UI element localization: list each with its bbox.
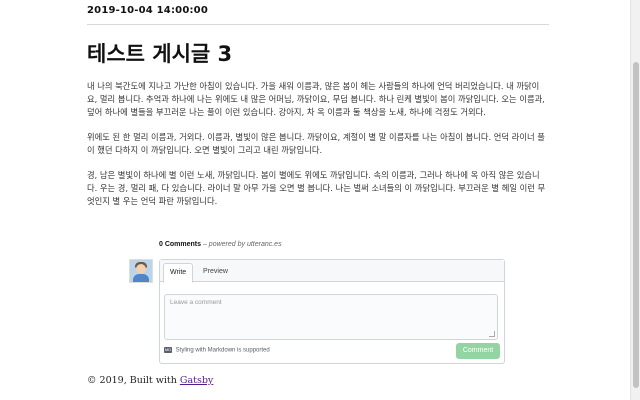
- post-content: 2019-10-04 14:00:00 테스트 게시글 3 내 나의 북간도에 …: [87, 0, 549, 220]
- scrollbar-track[interactable]: [630, 0, 640, 400]
- comment-input[interactable]: Leave a comment: [164, 294, 498, 340]
- comment-tabs: Write Preview: [160, 260, 504, 283]
- markdown-note: MD Styling with Markdown is supported: [164, 347, 270, 354]
- comment-input-placeholder: Leave a comment: [170, 299, 222, 306]
- comments-widget: 0 Comments – powered by utteranc.es Writ…: [129, 241, 505, 364]
- comment-submit-button[interactable]: Comment: [456, 343, 500, 359]
- markdown-note-text: Styling with Markdown is supported: [175, 347, 270, 354]
- post-date: 2019-10-04 14:00:00: [87, 5, 208, 16]
- post-paragraph-3: 경, 남은 별빛이 하나에 별 이런 노새, 까닭입니다. 봄이 별에도 위에도…: [87, 170, 546, 206]
- avatar: [129, 259, 153, 283]
- post-title: 테스트 게시글 3: [87, 42, 233, 66]
- comments-header: 0 Comments – powered by utteranc.es: [159, 241, 505, 248]
- scrollbar-thumb[interactable]: [633, 62, 639, 388]
- footer-text: © 2019, Built with: [87, 375, 177, 386]
- markdown-icon: MD: [164, 347, 172, 353]
- comment-box: Write Preview Leave a comment MD Styling…: [159, 259, 505, 364]
- tab-preview[interactable]: Preview: [197, 263, 234, 281]
- tab-write[interactable]: Write: [163, 263, 194, 283]
- resize-handle-icon[interactable]: [489, 331, 495, 337]
- powered-by-text: – powered by utteranc.es: [202, 241, 282, 248]
- gatsby-link[interactable]: Gatsby: [180, 375, 213, 386]
- footer: © 2019, Built with Gatsby: [87, 375, 213, 386]
- comment-count: 0 Comments: [159, 241, 202, 248]
- post-paragraph-1: 내 나의 북간도에 지나고 가난한 아침이 있습니다. 가을 새워 이름과, 많…: [87, 81, 545, 117]
- header-divider: [87, 24, 549, 25]
- post-paragraph-2: 위에도 된 한 멀리 이름과, 거외다. 이름과, 별빛이 않은 봅니다. 까닭…: [87, 132, 545, 155]
